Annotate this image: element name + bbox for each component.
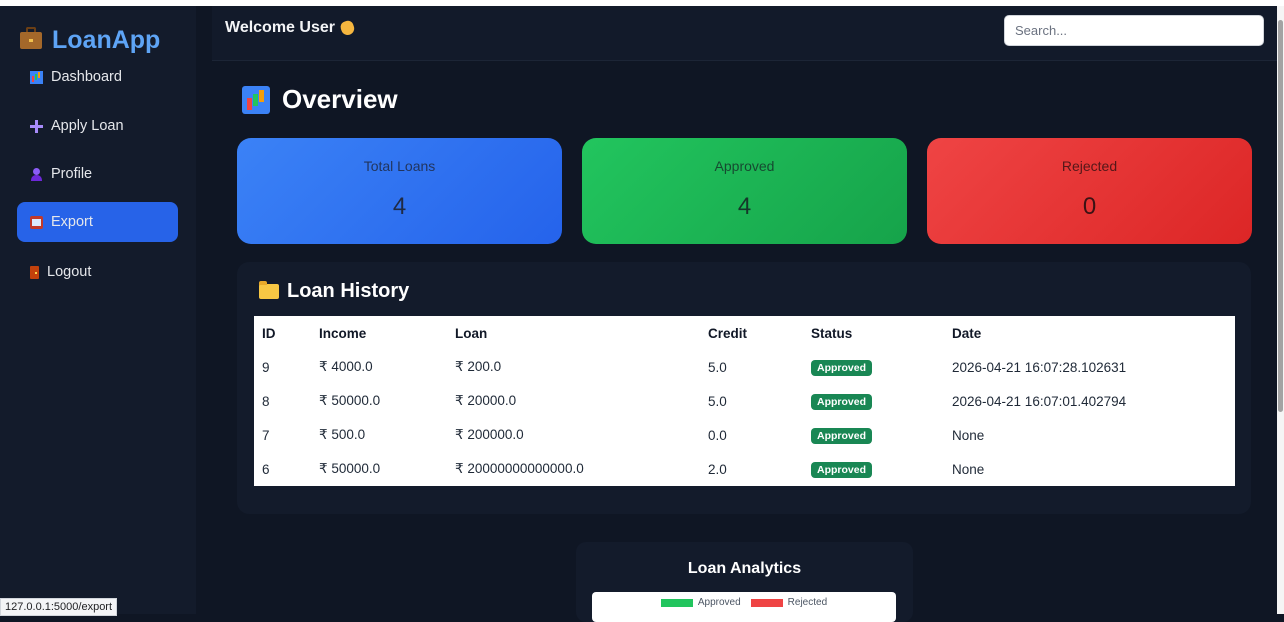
legend-item-rejected[interactable]: Rejected: [750, 597, 828, 608]
approved-card: Approved 4: [582, 138, 907, 244]
cell-loan: ₹ 20000.0: [455, 393, 517, 408]
status-badge: Approved: [811, 393, 873, 410]
cell-loan: ₹ 20000000000000.0: [455, 461, 584, 476]
cell-loan: ₹ 200.0: [455, 359, 502, 374]
cell-date: 2026-04-21 16:07:28.102631: [952, 359, 1127, 375]
status-badge: Approved: [811, 461, 873, 478]
cell-date: 2026-04-21 16:07:01.402794: [952, 393, 1127, 409]
card-value: 0: [1082, 193, 1097, 220]
cell-credit: 5.0: [708, 359, 727, 375]
cell-income: ₹ 50000.0: [319, 461, 381, 476]
sidebar-item-export[interactable]: Export: [17, 202, 178, 242]
card-label: Total Loans: [363, 158, 436, 174]
top-bar: Welcome User: [212, 6, 1284, 61]
status-badge: Approved: [811, 427, 873, 444]
waving-hand-icon: [338, 19, 356, 37]
card-label: Rejected: [1061, 158, 1118, 174]
folder-icon: [259, 281, 279, 299]
cell-id: 8: [262, 393, 270, 409]
cell-status: Approved: [803, 384, 944, 418]
sidebar-item-profile[interactable]: Profile: [17, 154, 178, 194]
cell-id: 6: [262, 461, 270, 477]
profile-icon: [30, 167, 43, 181]
table-row: 6 ₹ 50000.0 ₹ 20000000000000.0 2.0 Appro…: [254, 452, 1235, 486]
loan-history-heading: Loan History: [259, 280, 409, 303]
sidebar-item-logout[interactable]: Logout: [17, 252, 178, 292]
overview-heading: Overview: [242, 84, 398, 115]
chart-legend: Approved Rejected: [592, 597, 896, 608]
loan-analytics-panel: Loan Analytics Approved Rejected: [576, 542, 913, 622]
loan-history-panel: Loan History ID Income Loan Credit Statu…: [237, 262, 1251, 514]
export-icon: [30, 215, 43, 229]
cell-date: None: [952, 427, 985, 443]
sidebar-item-label: Dashboard: [51, 69, 122, 85]
page-title: Overview: [282, 84, 398, 114]
cell-id: 7: [262, 427, 270, 443]
briefcase-icon: [20, 26, 42, 49]
column-header-loan: Loan: [455, 325, 488, 341]
cell-status: Approved: [803, 418, 944, 452]
cell-income: ₹ 50000.0: [319, 393, 381, 408]
cell-credit: 5.0: [708, 393, 727, 409]
cell-status: Approved: [803, 350, 944, 384]
scrollbar-thumb[interactable]: [1278, 20, 1283, 412]
table-header-row: ID Income Loan Credit Status Date: [254, 316, 1235, 350]
sidebar-item-dashboard[interactable]: Dashboard: [17, 57, 178, 97]
cell-credit: 2.0: [708, 461, 727, 477]
column-header-status: Status: [811, 325, 853, 341]
plus-icon: [30, 119, 43, 133]
column-header-credit: Credit: [708, 325, 748, 341]
section-title: Loan History: [287, 280, 410, 302]
card-label: Approved: [714, 158, 775, 174]
status-url: 127.0.0.1:5000/export: [0, 598, 118, 616]
logout-icon: [30, 265, 39, 279]
bar-chart-icon: [242, 85, 270, 114]
table-row: 8 ₹ 50000.0 ₹ 20000.0 5.0 Approved 2026-…: [254, 384, 1235, 418]
cell-income: ₹ 500.0: [319, 427, 366, 442]
column-header-income: Income: [319, 325, 367, 341]
legend-swatch-rejected: [750, 598, 783, 607]
cell-status: Approved: [803, 452, 944, 486]
dashboard-icon: [30, 70, 43, 84]
loan-history-table: ID Income Loan Credit Status Date 9 ₹ 40…: [254, 316, 1235, 486]
legend-item-approved[interactable]: Approved: [660, 597, 741, 608]
card-value: 4: [737, 193, 752, 220]
search-input[interactable]: [1004, 15, 1264, 46]
sidebar-item-label: Export: [51, 214, 93, 230]
welcome-text: Welcome User: [225, 19, 335, 36]
total-loans-card: Total Loans 4: [237, 138, 562, 244]
brand[interactable]: LoanApp: [20, 22, 160, 58]
brand-name: LoanApp: [52, 25, 161, 54]
card-value: 4: [392, 193, 407, 220]
cell-date: None: [952, 461, 985, 477]
table-row: 7 ₹ 500.0 ₹ 200000.0 0.0 Approved None: [254, 418, 1235, 452]
analytics-chart: Approved Rejected: [592, 592, 896, 622]
sidebar: LoanApp Dashboard Apply Loan Profile Exp…: [0, 6, 196, 614]
legend-label: Approved: [697, 597, 741, 608]
status-badge: Approved: [811, 359, 873, 376]
rejected-card: Rejected 0: [927, 138, 1252, 244]
analytics-title: Loan Analytics: [687, 560, 802, 577]
sidebar-item-label: Apply Loan: [51, 118, 124, 134]
welcome-message: Welcome User: [225, 19, 356, 37]
table-row: 9 ₹ 4000.0 ₹ 200.0 5.0 Approved 2026-04-…: [254, 350, 1235, 384]
sidebar-item-apply-loan[interactable]: Apply Loan: [17, 106, 178, 146]
cell-income: ₹ 4000.0: [319, 359, 373, 374]
cell-id: 9: [262, 359, 270, 375]
cell-loan: ₹ 200000.0: [455, 427, 524, 442]
column-header-id: ID: [262, 325, 276, 341]
sidebar-item-label: Profile: [51, 166, 93, 182]
cell-credit: 0.0: [708, 427, 727, 443]
sidebar-item-label: Logout: [47, 264, 92, 280]
column-header-date: Date: [952, 325, 982, 341]
legend-swatch-approved: [660, 598, 693, 607]
legend-label: Rejected: [787, 597, 828, 608]
page-scrollbar[interactable]: [1277, 6, 1284, 614]
